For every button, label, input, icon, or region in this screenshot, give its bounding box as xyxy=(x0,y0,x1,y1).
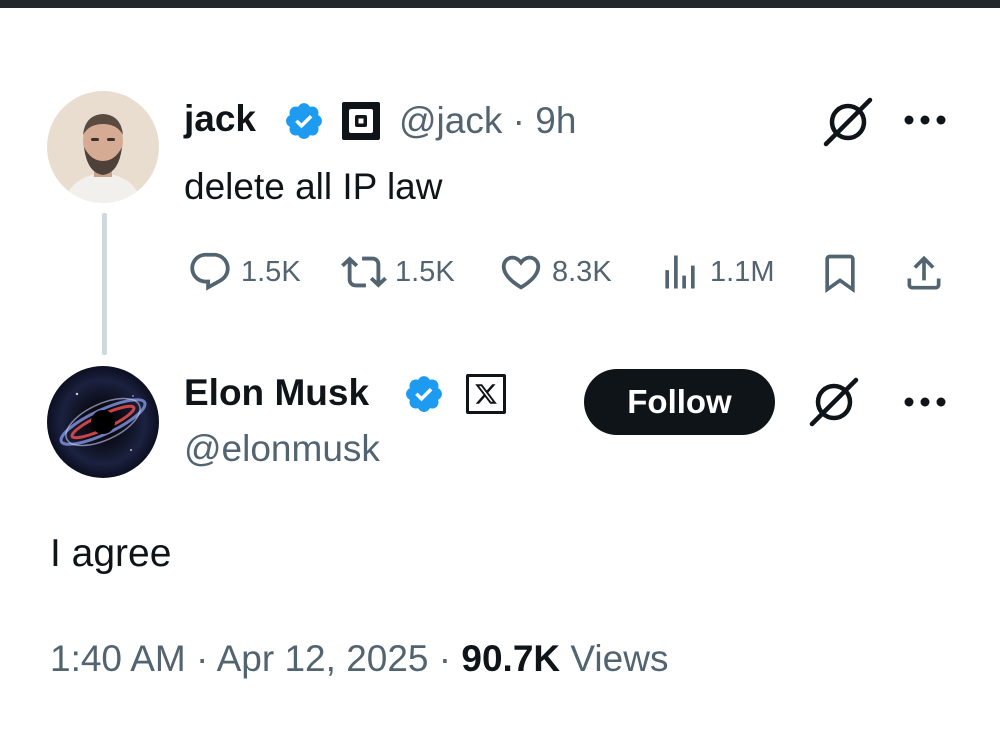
top-bar xyxy=(0,0,1000,8)
more-icon[interactable] xyxy=(904,396,946,408)
bookmark-icon[interactable] xyxy=(818,250,862,296)
views-action[interactable]: 1.1M xyxy=(658,250,774,294)
x-affiliate-icon[interactable] xyxy=(466,374,506,414)
jack-tweet-text: delete all IP law xyxy=(184,166,443,207)
repost-icon xyxy=(341,256,387,288)
repost-count: 1.5K xyxy=(395,255,455,288)
separator-dot: · xyxy=(512,100,525,141)
share-icon[interactable] xyxy=(902,250,946,296)
elonmusk-handle[interactable]: @elonmusk xyxy=(184,428,380,470)
views-label: Views xyxy=(570,638,669,679)
views-icon xyxy=(665,255,695,289)
tweet-time[interactable]: 1:40 AM xyxy=(50,638,186,679)
reply-action[interactable]: 1.5K xyxy=(187,250,301,294)
like-action[interactable]: 8.3K xyxy=(498,250,612,294)
reply-icon xyxy=(190,252,230,291)
elonmusk-display-name[interactable]: Elon Musk xyxy=(184,372,369,414)
jack-display-name[interactable]: jack xyxy=(184,98,256,140)
elonmusk-avatar[interactable] xyxy=(47,366,159,478)
grok-icon[interactable] xyxy=(822,96,874,148)
follow-button[interactable]: Follow xyxy=(584,369,775,435)
separator-dot: · xyxy=(438,638,452,679)
square-affiliate-icon[interactable] xyxy=(342,102,380,140)
tweet-date[interactable]: Apr 12, 2025 xyxy=(217,638,429,679)
grok-icon[interactable] xyxy=(808,376,860,428)
like-icon xyxy=(501,255,541,290)
views-count: 1.1M xyxy=(710,255,775,288)
verified-badge-icon[interactable] xyxy=(283,100,325,142)
repost-action[interactable]: 1.5K xyxy=(341,250,455,294)
like-count: 8.3K xyxy=(552,255,612,288)
thread-connector-line xyxy=(102,213,107,355)
reply-count: 1.5K xyxy=(241,255,301,288)
main-tweet-text: I agree xyxy=(50,532,172,575)
tweet-meta: 1:40 AM · Apr 12, 2025 · 90.7K Views xyxy=(50,638,668,680)
verified-badge-icon[interactable] xyxy=(403,373,445,415)
jack-timestamp[interactable]: 9h xyxy=(535,100,576,141)
more-icon[interactable] xyxy=(904,114,946,126)
views-total: 90.7K xyxy=(461,638,561,679)
separator-dot: · xyxy=(196,638,209,679)
jack-handle[interactable]: @jack xyxy=(399,100,502,141)
jack-avatar[interactable] xyxy=(47,91,159,203)
